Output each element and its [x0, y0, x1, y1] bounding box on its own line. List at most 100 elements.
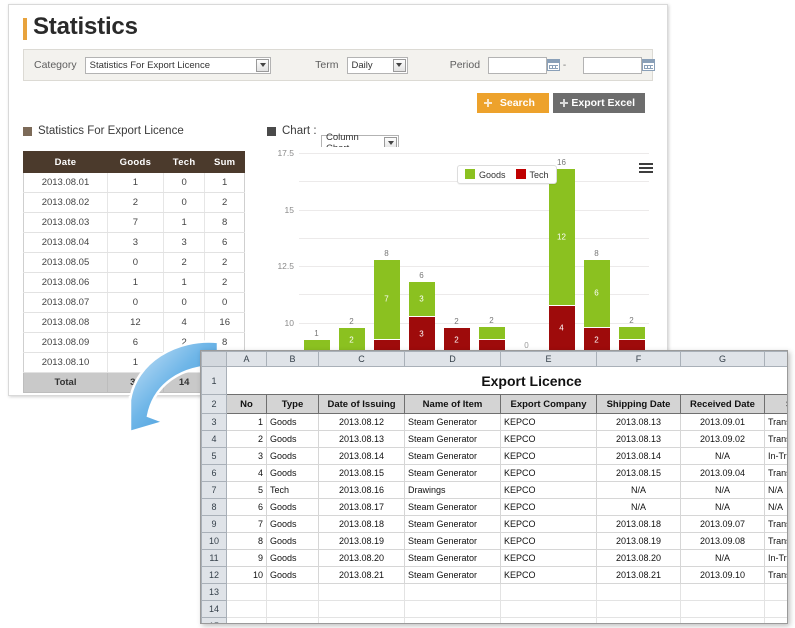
- sheet-cell[interactable]: Steam Generator: [404, 515, 501, 533]
- sheet-cell[interactable]: 2013.08.21: [596, 566, 681, 584]
- sheet-cell[interactable]: 2013.08.18: [318, 515, 405, 533]
- empty-cell[interactable]: [596, 617, 681, 623]
- sheet-cell[interactable]: KEPCO: [500, 532, 597, 550]
- sheet-cell[interactable]: KEPCO: [500, 566, 597, 584]
- sheet-cell[interactable]: KEPCO: [500, 515, 597, 533]
- row-header-4[interactable]: 4: [201, 430, 227, 448]
- sheet-cell[interactable]: N/A: [596, 498, 681, 516]
- sheet-cell[interactable]: 6: [226, 498, 267, 516]
- column-header-A[interactable]: A: [226, 351, 267, 367]
- sheet-cell[interactable]: Goods: [266, 430, 319, 448]
- sheet-cell[interactable]: 10: [226, 566, 267, 584]
- sheet-cell[interactable]: 2013.08.14: [318, 447, 405, 465]
- chart-bar[interactable]: 78: [373, 249, 400, 351]
- sheet-col-header[interactable]: Status: [764, 394, 787, 414]
- sheet-cell[interactable]: KEPCO: [500, 481, 597, 499]
- calendar-icon[interactable]: [642, 58, 655, 71]
- chart-bar[interactable]: 22: [338, 317, 365, 351]
- sheet-cell[interactable]: 2013.08.16: [318, 481, 405, 499]
- sheet-cell[interactable]: KEPCO: [500, 549, 597, 567]
- sheet-cell[interactable]: Goods: [266, 498, 319, 516]
- sheet-cell[interactable]: 3: [226, 447, 267, 465]
- empty-cell[interactable]: [404, 617, 501, 623]
- chevron-down-icon[interactable]: [256, 58, 270, 72]
- empty-cell[interactable]: [500, 600, 597, 618]
- sheet-cell[interactable]: Steam Generator: [404, 464, 501, 482]
- column-header-F[interactable]: F: [596, 351, 681, 367]
- sheet-cell[interactable]: Goods: [266, 413, 319, 431]
- empty-cell[interactable]: [404, 583, 501, 601]
- sheet-cell[interactable]: 2013.08.14: [596, 447, 681, 465]
- sheet-col-header[interactable]: Shipping Date: [596, 394, 681, 414]
- sheet-cell[interactable]: 2013.09.08: [680, 532, 765, 550]
- sheet-cell[interactable]: Steam Generator: [404, 532, 501, 550]
- sheet-cell[interactable]: Goods: [266, 532, 319, 550]
- period-from-input[interactable]: [488, 56, 560, 74]
- empty-cell[interactable]: [266, 617, 319, 623]
- sheet-cell[interactable]: 2013.08.20: [596, 549, 681, 567]
- sheet-cell[interactable]: N/A: [764, 481, 787, 499]
- chart-bar[interactable]: 22: [443, 317, 470, 351]
- row-header-1[interactable]: 1: [201, 366, 227, 395]
- chart-bar-goods[interactable]: 12 16: [548, 158, 575, 305]
- empty-cell[interactable]: [266, 583, 319, 601]
- sheet-cell[interactable]: KEPCO: [500, 413, 597, 431]
- chart-bar-goods[interactable]: 2: [478, 316, 505, 339]
- sheet-cell[interactable]: 2013.08.13: [318, 430, 405, 448]
- sheet-cell[interactable]: In-Transit: [764, 447, 787, 465]
- sheet-cell[interactable]: Transferred: [764, 532, 787, 550]
- row-header-12[interactable]: 12: [201, 566, 227, 584]
- search-button[interactable]: Search: [477, 93, 550, 113]
- sheet-cell[interactable]: 2013.08.19: [596, 532, 681, 550]
- sheet-cell[interactable]: N/A: [764, 498, 787, 516]
- row-header-5[interactable]: 5: [201, 447, 227, 465]
- row-header-9[interactable]: 9: [201, 515, 227, 533]
- sheet-col-header[interactable]: Name of Item: [404, 394, 501, 414]
- column-header-C[interactable]: C: [318, 351, 405, 367]
- sheet-cell[interactable]: Steam Generator: [404, 498, 501, 516]
- sheet-cell[interactable]: 2013.08.18: [596, 515, 681, 533]
- sheet-cell[interactable]: KEPCO: [500, 464, 597, 482]
- empty-cell[interactable]: [764, 583, 787, 601]
- calendar-icon[interactable]: [546, 58, 560, 71]
- sheet-cell[interactable]: 2013.08.17: [318, 498, 405, 516]
- chart-bar-goods[interactable]: 36: [408, 271, 435, 317]
- sheet-cell[interactable]: KEPCO: [500, 447, 597, 465]
- chart-bar-tech[interactable]: 3: [408, 317, 435, 351]
- empty-cell[interactable]: [680, 600, 765, 618]
- empty-cell[interactable]: [680, 617, 765, 623]
- chart-bar[interactable]: 12 16 4: [548, 158, 575, 351]
- empty-cell[interactable]: [596, 600, 681, 618]
- sheet-cell[interactable]: 2013.08.19: [318, 532, 405, 550]
- empty-cell[interactable]: [318, 583, 405, 601]
- empty-cell[interactable]: [764, 600, 787, 618]
- column-header-H[interactable]: H: [764, 351, 787, 367]
- sheet-cell[interactable]: Steam Generator: [404, 549, 501, 567]
- sheet-cell[interactable]: 2013.09.01: [680, 413, 765, 431]
- sheet-cell[interactable]: Steam Generator: [404, 447, 501, 465]
- sheet-cell[interactable]: KEPCO: [500, 430, 597, 448]
- sheet-cell[interactable]: Tech: [266, 481, 319, 499]
- sheet-col-header[interactable]: No: [226, 394, 267, 414]
- sheet-cell[interactable]: 2013.08.15: [596, 464, 681, 482]
- period-to-input[interactable]: [583, 56, 655, 74]
- chart-bar[interactable]: 363: [408, 271, 435, 351]
- sheet-cell[interactable]: N/A: [680, 481, 765, 499]
- chart-bar[interactable]: 2: [478, 316, 505, 351]
- chart-bar-tech[interactable]: 4: [548, 305, 575, 351]
- sheet-cell[interactable]: Transferred: [764, 430, 787, 448]
- sheet-cell[interactable]: 7: [226, 515, 267, 533]
- sheet-cell[interactable]: 2013.09.02: [680, 430, 765, 448]
- sheet-cell[interactable]: Goods: [266, 549, 319, 567]
- select-all-corner[interactable]: [201, 351, 227, 367]
- chart-bar-goods[interactable]: 22: [338, 317, 365, 351]
- sheet-cell[interactable]: 2013.09.10: [680, 566, 765, 584]
- sheet-cell[interactable]: N/A: [680, 447, 765, 465]
- sheet-cell[interactable]: 2013.08.12: [318, 413, 405, 431]
- chart-bar-tech[interactable]: 22: [443, 317, 470, 351]
- export-excel-button[interactable]: Export Excel: [553, 93, 645, 113]
- column-header-D[interactable]: D: [404, 351, 501, 367]
- empty-cell[interactable]: [500, 617, 597, 623]
- empty-cell[interactable]: [680, 583, 765, 601]
- sheet-col-header[interactable]: Received Date: [680, 394, 765, 414]
